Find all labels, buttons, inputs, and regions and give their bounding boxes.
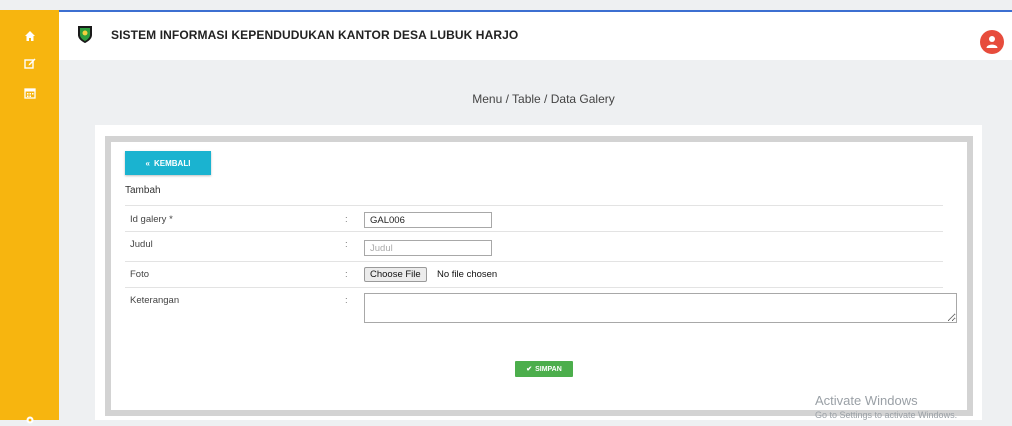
user-avatar[interactable] [980,30,1004,54]
breadcrumb: Menu / Table / Data Galery [472,92,615,106]
village-logo [78,26,92,43]
back-button[interactable]: « KEMBALI [125,151,211,175]
colon: : [345,214,348,225]
judul-label: Judul [130,239,153,250]
sidebar [0,10,59,424]
section-title: Tambah [125,185,161,196]
form-row-id-galery: Id galery * : [125,205,943,231]
id-galery-label: Id galery * [130,214,173,225]
check-icon: ✔ [526,366,533,373]
windows-activation-watermark: Activate Windows Go to Settings to activ… [815,393,957,420]
colon: : [345,295,348,306]
back-button-label: KEMBALI [154,158,191,168]
form-row-keterangan: Keterangan : [125,287,957,335]
file-status-text: No file chosen [437,269,498,280]
save-button-label: SIMPAN [535,365,562,373]
user-icon [986,36,998,48]
foto-label: Foto [130,269,150,280]
app-title: SISTEM INFORMASI KEPENDUDUKAN KANTOR DES… [111,28,519,42]
id-galery-input[interactable] [364,212,492,228]
header-bar: SISTEM INFORMASI KEPENDUDUKAN KANTOR DES… [59,10,1012,60]
form-row-judul: Judul : [125,231,943,261]
form-row-foto: Foto : Choose File No file chosen [125,261,943,287]
watermark-line1: Activate Windows [815,393,918,408]
form-card: « KEMBALI Tambah Id galery * : Judul : F… [105,136,973,416]
edit-icon[interactable] [24,57,36,69]
choose-file-button[interactable]: Choose File [364,267,427,282]
colon: : [345,269,348,280]
double-chevron-left-icon: « [145,158,150,168]
keterangan-textarea[interactable] [364,293,957,323]
judul-input[interactable] [364,240,492,256]
settings-icon[interactable] [24,414,36,426]
home-icon[interactable] [24,30,36,42]
keterangan-label: Keterangan [130,295,180,306]
content-panel: « KEMBALI Tambah Id galery * : Judul : F… [95,125,982,420]
colon: : [345,239,348,250]
save-button[interactable]: ✔ SIMPAN [515,361,573,377]
watermark-line2: Go to Settings to activate Windows. [815,410,958,420]
